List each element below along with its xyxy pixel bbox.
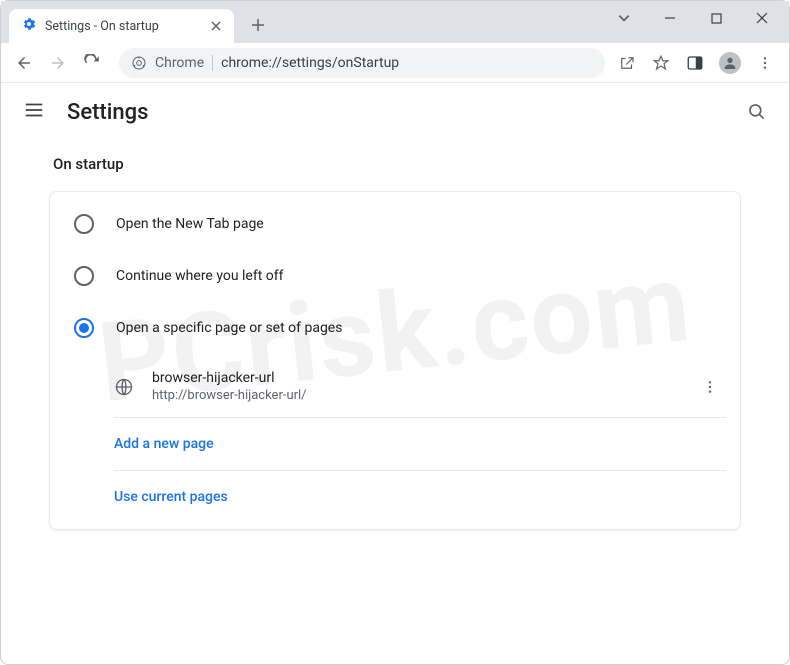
radio-label: Continue where you left off	[116, 268, 284, 284]
share-icon[interactable]	[617, 53, 637, 73]
specific-pages-list: browser-hijacker-url http://browser-hija…	[114, 354, 726, 523]
side-panel-icon[interactable]	[685, 53, 705, 73]
settings-content: On startup Open the New Tab page Continu…	[1, 141, 789, 544]
radio-label: Open the New Tab page	[116, 216, 264, 232]
toolbar-actions	[617, 52, 781, 74]
add-new-page-link[interactable]: Add a new page	[114, 418, 726, 471]
chevron-down-icon[interactable]	[615, 9, 633, 27]
close-tab-icon[interactable]	[208, 18, 224, 34]
bookmark-star-icon[interactable]	[651, 53, 671, 73]
minimize-icon[interactable]	[661, 9, 679, 27]
hamburger-menu-icon[interactable]	[23, 99, 45, 125]
radio-open-new-tab[interactable]: Open the New Tab page	[50, 198, 740, 250]
forward-button[interactable]	[43, 48, 73, 78]
url-text: chrome://settings/onStartup	[221, 55, 399, 71]
window-controls	[615, 1, 783, 35]
search-icon[interactable]	[747, 102, 767, 122]
maximize-icon[interactable]	[707, 9, 725, 27]
page-more-icon[interactable]	[694, 379, 726, 395]
site-info-icon[interactable]	[131, 55, 147, 71]
settings-gear-icon	[21, 16, 37, 36]
radio-specific-pages[interactable]: Open a specific page or set of pages	[50, 302, 740, 354]
use-current-pages-link[interactable]: Use current pages	[114, 471, 726, 523]
section-title: On startup	[49, 155, 741, 173]
window-titlebar: Settings - On startup	[1, 1, 789, 43]
page-url: http://browser-hijacker-url/	[152, 388, 676, 403]
radio-icon	[74, 214, 94, 234]
profile-avatar-icon[interactable]	[719, 52, 741, 74]
close-icon[interactable]	[753, 9, 771, 27]
radio-label: Open a specific page or set of pages	[116, 320, 342, 336]
radio-continue[interactable]: Continue where you left off	[50, 250, 740, 302]
url-scheme-label: Chrome	[155, 55, 204, 71]
radio-icon	[74, 266, 94, 286]
back-button[interactable]	[9, 48, 39, 78]
kebab-menu-icon[interactable]	[755, 53, 775, 73]
tab-title: Settings - On startup	[45, 19, 200, 34]
globe-icon	[114, 377, 134, 397]
startup-page-row: browser-hijacker-url http://browser-hija…	[114, 354, 726, 418]
address-bar[interactable]: Chrome chrome://settings/onStartup	[119, 48, 605, 78]
page-title: Settings	[67, 100, 148, 125]
page-info: browser-hijacker-url http://browser-hija…	[152, 370, 676, 403]
settings-header: Settings	[1, 83, 789, 141]
startup-card: Open the New Tab page Continue where you…	[49, 191, 741, 530]
new-tab-button[interactable]	[244, 11, 272, 39]
url-separator	[212, 55, 213, 71]
browser-toolbar: Chrome chrome://settings/onStartup	[1, 43, 789, 83]
page-name: browser-hijacker-url	[152, 370, 676, 386]
reload-button[interactable]	[77, 48, 107, 78]
radio-icon	[74, 318, 94, 338]
browser-tab[interactable]: Settings - On startup	[9, 9, 234, 43]
